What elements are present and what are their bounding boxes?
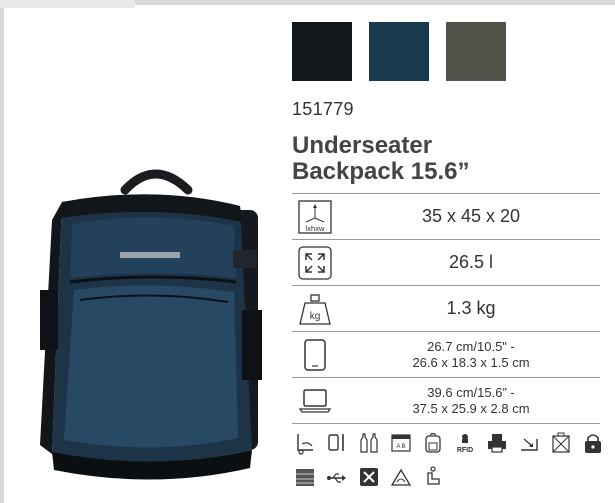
color-swatch-navy[interactable] — [369, 22, 429, 81]
bottle-pocket-icon — [358, 431, 380, 455]
lock-icon — [582, 431, 604, 455]
ab-badge-icon: A B — [390, 431, 412, 455]
spec-laptop-line-1: 39.6 cm/15.6” - — [427, 384, 515, 400]
usb-icon — [326, 465, 348, 489]
spec-row-tablet: 26.7 cm/10.5" - 26.6 x 18.3 x 1.5 cm — [292, 332, 600, 378]
trolley-sleeve-icon — [294, 431, 316, 455]
spec-row-volume: 26.5 l — [292, 240, 600, 286]
seat-icon — [422, 465, 444, 489]
spec-row-laptop: 39.6 cm/15.6” - 37.5 x 25.9 x 2.8 cm — [292, 378, 600, 424]
product-sku: 151779 — [292, 99, 354, 119]
spec-weight-value: 1.3 kg — [446, 298, 496, 318]
spec-laptop-line-2: 37.5 x 25.9 x 2.8 cm — [412, 400, 530, 416]
dimensions-icon: lxhxw — [298, 200, 332, 234]
spec-row-weight: kg 1.3 kg — [292, 286, 600, 332]
no-cut-icon — [358, 465, 380, 489]
rfid-label: RFID — [457, 447, 473, 454]
tablet-icon — [298, 338, 332, 372]
printer-icon — [486, 431, 508, 455]
feature-row-1: A B RFID — [294, 428, 604, 458]
product-title-line-2: Backpack 15.6” — [292, 158, 470, 185]
color-swatches — [292, 22, 506, 81]
spec-tablet-line-1: 26.7 cm/10.5" - — [427, 338, 515, 354]
volume-icon — [298, 246, 332, 280]
dimensions-icon-label: lxhxw — [306, 224, 325, 233]
product-title: Underseater Backpack 15.6” — [292, 133, 592, 185]
frame-left-border — [0, 0, 4, 503]
product-title-line-1: Underseater — [292, 132, 433, 159]
spec-laptop-value: 39.6 cm/15.6” - 37.5 x 25.9 x 2.8 cm — [342, 378, 600, 423]
brand-corner-mark — [0, 0, 135, 8]
backpack-icon — [422, 431, 444, 455]
ab-badge-label: A B — [396, 444, 405, 450]
spec-tablet-value: 26.7 cm/10.5" - 26.6 x 18.3 x 1.5 cm — [342, 332, 600, 377]
expand-icon — [518, 431, 540, 455]
weight-icon: kg — [298, 292, 332, 326]
feature-row-2 — [294, 462, 604, 492]
weight-icon-label: kg — [310, 311, 321, 322]
laptop-icon — [298, 384, 332, 418]
rfid-icon: RFID — [454, 431, 476, 455]
product-image — [30, 160, 280, 495]
backpack-illustration — [40, 169, 262, 480]
spec-tablet-line-2: 26.6 x 18.3 x 1.5 cm — [412, 354, 530, 370]
spec-row-dimensions: lxhxw 35 x 45 x 20 — [292, 193, 600, 240]
specs-table: lxhxw 35 x 45 x 20 26.5 l kg 1.3 kg 26.7… — [292, 193, 600, 424]
security-icon — [550, 431, 572, 455]
spec-dimensions-value: 35 x 45 x 20 — [421, 206, 521, 226]
ventilated-back-icon — [294, 465, 316, 489]
color-swatch-olive[interactable] — [446, 22, 506, 81]
eco-recycle-icon — [390, 465, 412, 489]
feature-icons: A B RFID — [294, 428, 604, 492]
spec-volume-value: 26.5 l — [448, 252, 494, 272]
phone-pocket-icon — [326, 431, 348, 455]
color-swatch-black[interactable] — [292, 22, 352, 81]
